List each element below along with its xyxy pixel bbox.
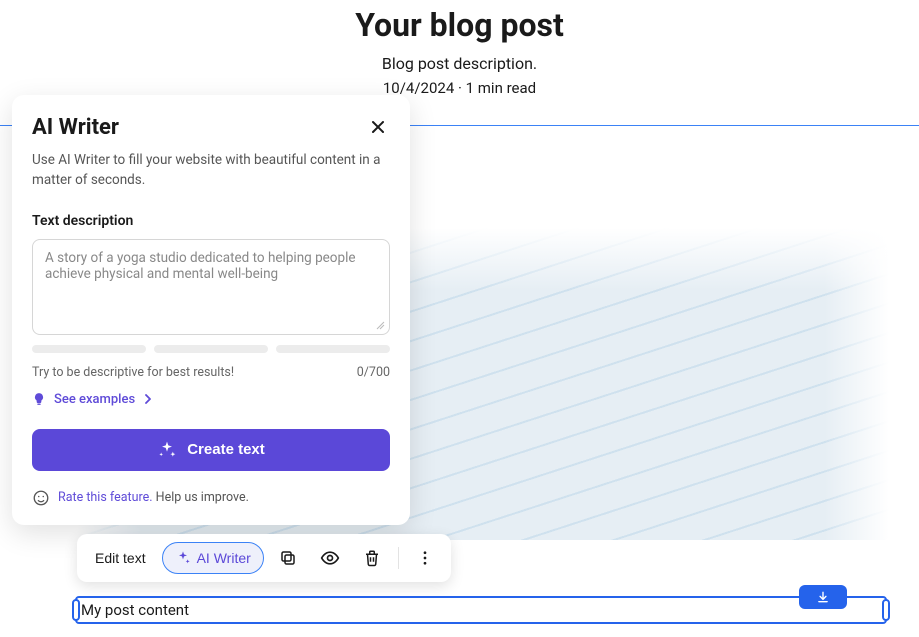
visibility-button[interactable] — [312, 540, 348, 576]
page-description: Blog post description. — [0, 54, 919, 73]
selection-handle-right[interactable] — [882, 599, 890, 621]
character-counter: 0/700 — [357, 365, 390, 380]
ai-writer-button-label: AI Writer — [197, 550, 251, 566]
ai-writer-button[interactable]: AI Writer — [162, 542, 264, 574]
skeleton-bar — [32, 345, 146, 353]
close-button[interactable] — [366, 115, 390, 139]
bulb-icon — [32, 392, 46, 406]
skeleton-bar — [276, 345, 390, 353]
copy-icon — [279, 549, 297, 567]
more-options-button[interactable] — [407, 540, 443, 576]
delete-button[interactable] — [354, 540, 390, 576]
copy-button[interactable] — [270, 540, 306, 576]
page-header: Your blog post Blog post description. 10… — [0, 0, 919, 97]
selection-handle-left[interactable] — [72, 599, 80, 621]
toolbar-divider — [398, 547, 399, 569]
ai-writer-subtitle: Use AI Writer to fill your website with … — [32, 150, 390, 191]
rate-feature-suffix: Help us improve. — [156, 490, 249, 505]
sparkle-icon — [157, 440, 177, 460]
download-icon — [816, 590, 830, 604]
text-description-input[interactable] — [45, 250, 377, 320]
see-examples-link[interactable]: See examples — [32, 392, 390, 407]
create-text-label: Create text — [187, 441, 265, 458]
download-badge[interactable] — [799, 585, 847, 609]
trash-icon — [363, 549, 381, 567]
post-content-block[interactable]: My post content — [75, 596, 887, 624]
ai-writer-panel: AI Writer Use AI Writer to fill your web… — [12, 95, 410, 525]
edit-text-button[interactable]: Edit text — [85, 542, 156, 574]
text-description-label: Text description — [32, 213, 390, 229]
more-vertical-icon — [416, 549, 434, 567]
see-examples-label: See examples — [54, 392, 135, 407]
rate-feature-link[interactable]: Rate this feature. — [58, 490, 153, 505]
description-hint: Try to be descriptive for best results! — [32, 365, 234, 380]
loading-skeleton — [32, 345, 390, 353]
create-text-button[interactable]: Create text — [32, 429, 390, 471]
close-icon — [370, 119, 386, 135]
eye-icon — [320, 548, 340, 568]
post-content-text: My post content — [81, 601, 189, 619]
text-description-field-wrapper — [32, 239, 390, 335]
chevron-right-icon — [143, 394, 153, 404]
resize-handle-icon[interactable] — [375, 320, 385, 330]
ai-writer-title: AI Writer — [32, 115, 119, 140]
smiley-icon — [32, 489, 50, 507]
skeleton-bar — [154, 345, 268, 353]
page-title: Your blog post — [0, 6, 919, 44]
text-toolbar: Edit text AI Writer — [77, 534, 451, 582]
sparkle-icon — [175, 550, 191, 566]
